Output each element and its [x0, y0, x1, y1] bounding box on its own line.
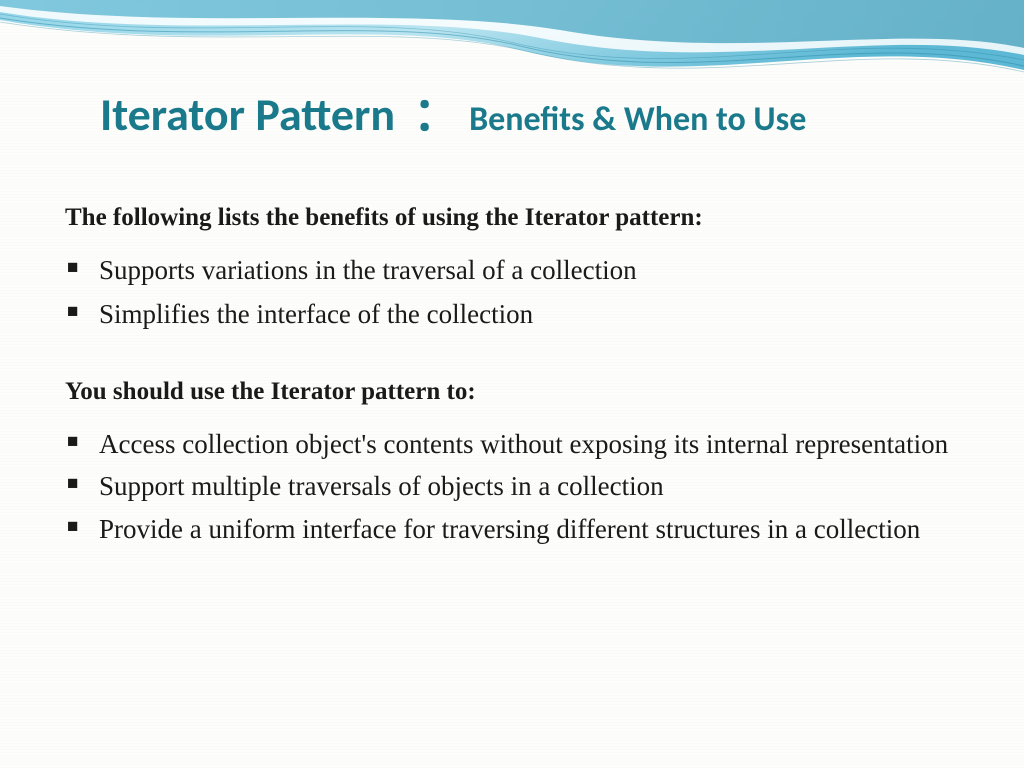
title-main: Iterator Pattern — [100, 87, 395, 143]
list-item: Provide a uniform interface for traversi… — [65, 511, 964, 547]
title-colon: ： — [413, 87, 459, 143]
when-to-use-heading: You should use the Iterator pattern to: — [65, 378, 964, 406]
list-item: Supports variations in the traversal of … — [65, 252, 964, 288]
benefits-list: Supports variations in the traversal of … — [65, 252, 964, 333]
when-to-use-list: Access collection object's contents with… — [65, 426, 964, 547]
title-subtitle: Benefits & When to Use — [469, 99, 806, 140]
list-item: Access collection object's contents with… — [65, 426, 964, 462]
list-item: Support multiple traversals of objects i… — [65, 468, 964, 504]
benefits-heading: The following lists the benefits of usin… — [65, 204, 964, 232]
slide-content: Iterator Pattern：Benefits & When to Use … — [65, 78, 964, 592]
list-item: Simplifies the interface of the collecti… — [65, 296, 964, 332]
slide-title: Iterator Pattern ：Benefits & When to Use — [100, 78, 964, 144]
